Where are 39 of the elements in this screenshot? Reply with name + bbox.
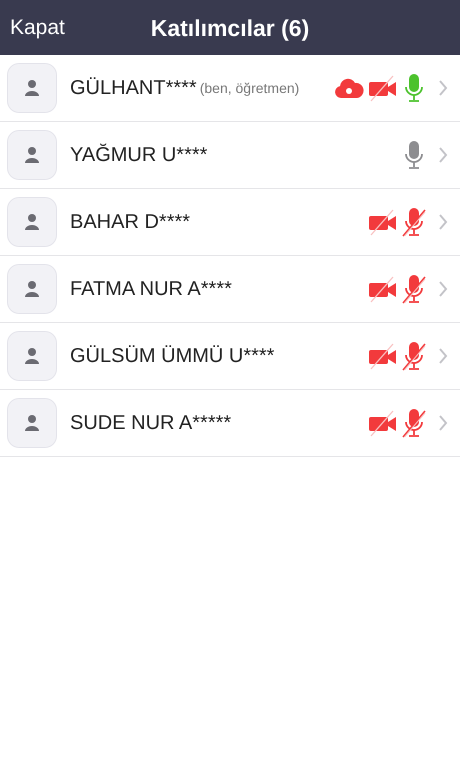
person-icon bbox=[24, 347, 40, 365]
cloud-icon bbox=[334, 77, 364, 99]
participant-name: FATMA NUR A**** bbox=[70, 277, 232, 302]
chevron-icon bbox=[438, 347, 448, 365]
person-icon bbox=[24, 414, 40, 432]
chevron-icon bbox=[438, 79, 448, 97]
participant-row[interactable]: BAHAR D**** bbox=[0, 189, 460, 256]
camera-off-icon bbox=[368, 342, 398, 370]
person-icon bbox=[24, 146, 40, 164]
microphone-muted-icon bbox=[402, 408, 426, 438]
microphone-icon bbox=[402, 140, 426, 170]
microphone-muted-icon bbox=[402, 274, 426, 304]
camera-off-icon bbox=[368, 74, 398, 102]
participant-name: GÜLHANT**** bbox=[70, 76, 197, 101]
camera-off-icon bbox=[368, 275, 398, 303]
camera-off-icon bbox=[368, 409, 398, 437]
chevron-icon bbox=[438, 414, 448, 432]
camera-off-icon bbox=[368, 208, 398, 236]
person-icon bbox=[24, 79, 40, 97]
role-note: (ben, öğretmen) bbox=[200, 78, 300, 98]
participant-name: GÜLSÜM ÜMMÜ U**** bbox=[70, 344, 274, 369]
participant-row[interactable]: GÜLSÜM ÜMMÜ U**** bbox=[0, 323, 460, 390]
microphone-muted-icon bbox=[402, 341, 426, 371]
chevron-icon bbox=[438, 213, 448, 231]
participant-row[interactable]: FATMA NUR A**** bbox=[0, 256, 460, 323]
participant-row[interactable]: GÜLHANT****(ben, öğretmen) bbox=[0, 55, 460, 122]
person-icon bbox=[24, 213, 40, 231]
participant-row[interactable]: YAĞMUR U**** bbox=[0, 122, 460, 189]
microphone-muted-icon bbox=[402, 207, 426, 237]
participant-name: SUDE NUR A***** bbox=[70, 411, 232, 436]
participant-name: BAHAR D**** bbox=[70, 210, 190, 235]
chevron-icon bbox=[438, 146, 448, 164]
participant-name: YAĞMUR U**** bbox=[70, 142, 208, 168]
participant-row[interactable]: SUDE NUR A***** bbox=[0, 390, 460, 457]
screen-title: Katılımcılar (6) bbox=[150, 13, 310, 43]
chevron-icon bbox=[438, 280, 448, 298]
close-button[interactable]: Kapat bbox=[0, 0, 75, 55]
microphone-icon bbox=[402, 73, 426, 103]
person-icon bbox=[24, 280, 40, 298]
